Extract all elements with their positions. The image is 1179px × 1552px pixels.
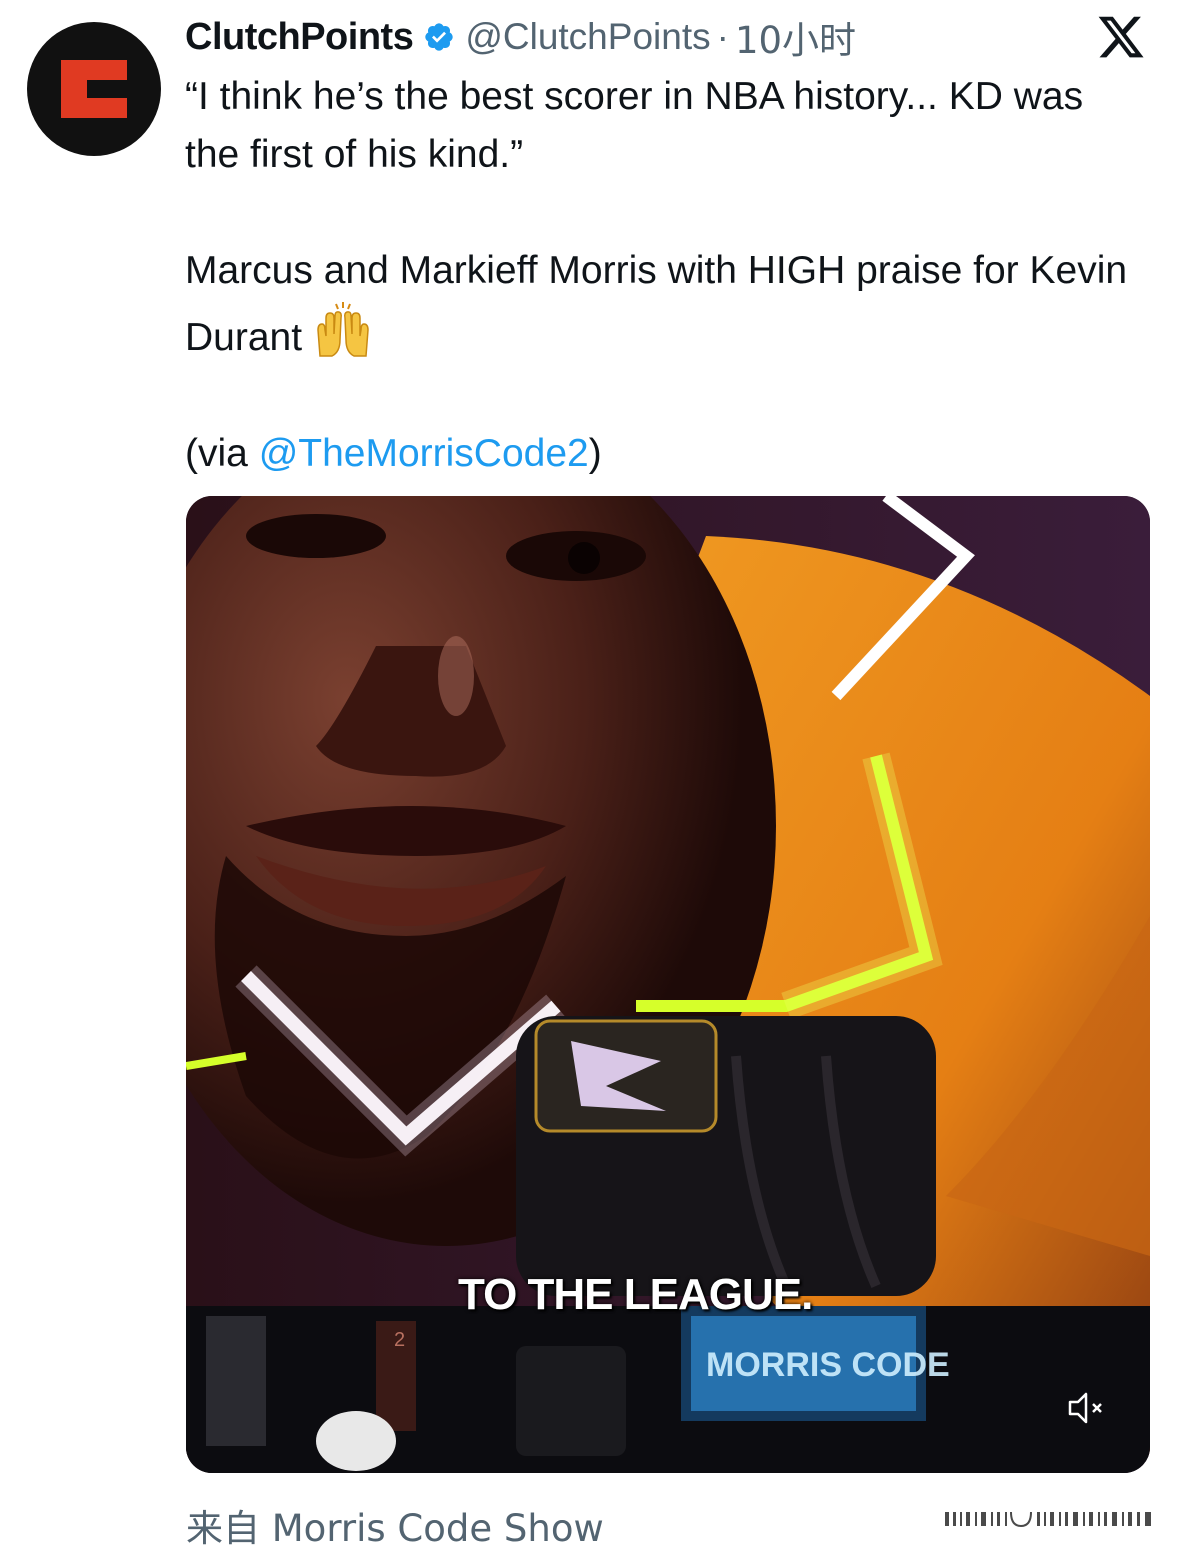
raising-hands-emoji-icon xyxy=(317,302,369,357)
via-line: (via @TheMorrisCode2) xyxy=(185,425,1145,483)
speaker-muted-icon[interactable] xyxy=(1066,1390,1106,1426)
video-frame-image: MORRIS CODE 2 xyxy=(186,496,1150,1473)
jersey-number-text: 2 xyxy=(394,1329,405,1351)
post-time[interactable]: 10小时 xyxy=(735,10,856,64)
author-handle[interactable]: @ClutchPoints xyxy=(465,16,710,58)
video-player[interactable]: MORRIS CODE 2 TO THE LEAGUE. xyxy=(186,496,1150,1473)
watermark-image xyxy=(945,1511,1151,1528)
post-header: ClutchPoints @ClutchPoints · 10小时 xyxy=(185,10,856,64)
header-separator: · xyxy=(716,16,729,57)
praise-text: Marcus and Markieff Morris with HIGH pra… xyxy=(185,242,1145,367)
quote-text: “I think he’s the best scorer in NBA his… xyxy=(185,75,1084,176)
clutchpoints-logo-icon xyxy=(61,60,127,118)
overlay-logo-text: MORRIS CODE xyxy=(706,1346,950,1384)
via-prefix: (via xyxy=(185,432,259,475)
author-name[interactable]: ClutchPoints xyxy=(185,16,414,59)
clutchpoints-avatar[interactable] xyxy=(27,22,161,156)
via-suffix: ) xyxy=(588,432,602,475)
x-logo-icon xyxy=(1098,16,1144,58)
source-label[interactable]: 来自 Morris Code Show xyxy=(186,1498,604,1552)
post-body: “I think he’s the best scorer in NBA his… xyxy=(185,68,1145,483)
video-caption: TO THE LEAGUE. xyxy=(458,1270,813,1319)
verified-badge-icon xyxy=(425,23,453,51)
via-mention-link[interactable]: @TheMorrisCode2 xyxy=(259,432,589,475)
